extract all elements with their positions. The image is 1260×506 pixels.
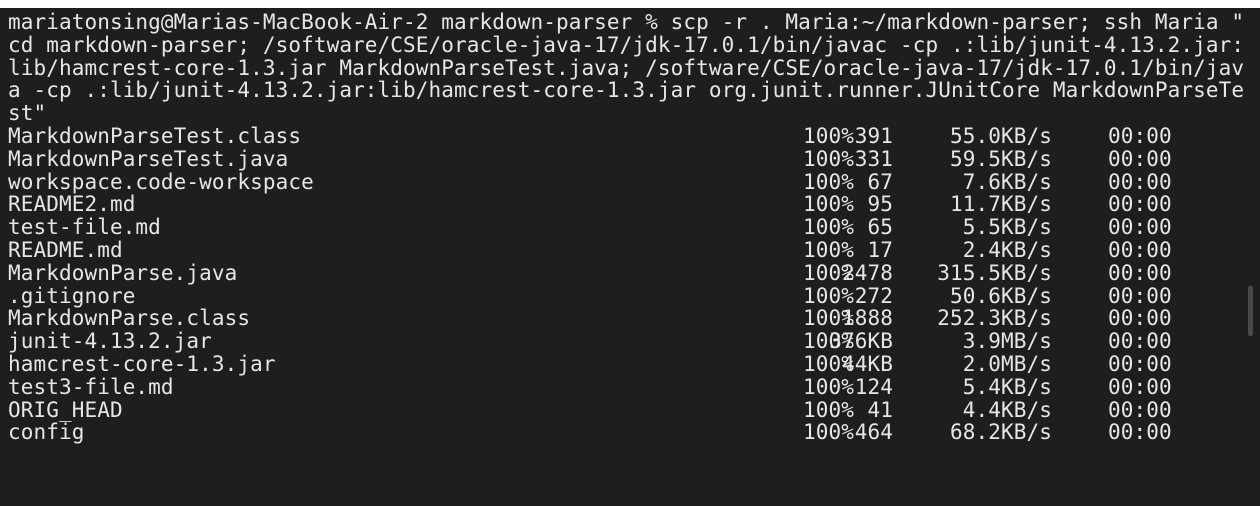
transfer-speed: 2.4KB/s [962,238,1052,262]
transfer-row: .gitignore 100% 272 50.6KB/s 00:00 [8,283,1208,308]
transfer-size: 272 [854,283,893,308]
transfer-name: config [8,420,85,445]
transfer-name: hamcrest-core-1.3.jar [8,352,276,376]
transfer-size: 65 [867,215,893,240]
transfer-time: 00:00 [1108,306,1172,331]
transfer-row: README2.md 100% 95 11.7KB/s 00:00 [8,193,1208,216]
transfer-size: 67 [867,169,893,194]
transfer-speed: 5.4KB/s [962,374,1052,399]
command-line: lib/hamcrest-core-1.3.jar MarkdownParseT… [8,55,1245,80]
transfer-row: config 100% 464 68.2KB/s 00:00 [8,421,1208,444]
transfer-speed: 11.7KB/s [950,192,1052,217]
transfer-size: 391 [854,124,893,148]
transfer-time: 00:00 [1108,374,1172,399]
transfer-time: 00:00 [1108,283,1172,308]
transfer-speed: 2.0MB/s [962,352,1052,376]
command-line: cd markdown-parser; /software/CSE/oracle… [8,32,1245,57]
transfer-size: 95 [867,192,893,217]
transfer-speed: 3.9MB/s [962,329,1052,354]
transfer-row: ORIG_HEAD 100% 41 4.4KB/s 00:00 [8,397,1208,422]
transfer-name: workspace.code-workspace [8,169,314,194]
transfer-time: 00:00 [1108,329,1172,354]
transfer-size: 464 [854,420,893,445]
transfer-time: 00:00 [1108,215,1172,240]
transfer-speed: 7.6KB/s [962,169,1052,194]
transfer-speed: 315.5KB/s [937,260,1052,285]
transfer-name: MarkdownParseTest.class [8,124,302,148]
transfer-row: test3-file.md 100% 124 5.4KB/s 00:00 [8,374,1208,399]
transfer-size: 17 [867,238,893,262]
transfer-size: 124 [854,374,893,399]
transfer-size: 331 [854,146,893,171]
transfer-time: 00:00 [1108,238,1172,262]
transfer-size: 44KB [842,352,893,376]
command-line: st" [8,101,47,126]
transfer-name: junit-4.13.2.jar [8,329,212,354]
transfer-row: MarkdownParse.java 100% 2478 315.5KB/s 00:00 [8,260,1208,285]
transfer-size: 2478 [842,260,893,285]
command-line: a -cp .:lib/junit-4.13.2.jar:lib/hamcres… [8,78,1245,103]
transfer-speed: 55.0KB/s [950,124,1052,148]
transfer-row: junit-4.13.2.jar 100% 376KB 3.9MB/s 00:00 [8,330,1208,353]
transfer-time: 00:00 [1108,192,1172,217]
transfer-name: ORIG_HEAD [8,397,123,422]
command-line: mariatonsing@Marias-MacBook-Air-2 markdo… [8,10,1245,34]
transfer-name: .gitignore [8,283,136,308]
transfer-row: README.md 100% 17 2.4KB/s 00:00 [8,239,1208,262]
transfer-row: MarkdownParse.class 100% 1888 252.3KB/s 00:0… [8,307,1208,330]
transfer-time: 00:00 [1108,169,1172,194]
transfer-row: MarkdownParseTest.class 100% 391 55.0KB/s 00… [8,125,1208,148]
transfer-name: README2.md [8,192,136,217]
transfer-name: MarkdownParse.class [8,306,251,331]
transfer-speed: 59.5KB/s [950,146,1052,171]
transfer-row: MarkdownParseTest.java 100% 331 59.5KB/s 00:… [8,146,1208,171]
transfer-speed: 68.2KB/s [950,420,1052,445]
transfer-speed: 50.6KB/s [950,283,1052,308]
transfer-time: 00:00 [1108,397,1172,422]
transfer-time: 00:00 [1108,146,1172,171]
transfer-name: README.md [8,238,123,262]
transfer-name: test-file.md [8,215,161,240]
transfer-size: 376KB [829,329,893,354]
transfer-name: MarkdownParse.java [8,260,238,285]
transfer-time: 00:00 [1108,124,1172,148]
transfer-name: test3-file.md [8,374,174,399]
transfer-row: test-file.md 100% 65 5.5KB/s 00:00 [8,216,1208,239]
transfer-row: workspace.code-workspace 100% 67 7.6KB/s 00:… [8,169,1208,194]
transfer-name: MarkdownParseTest.java [8,146,289,171]
transfer-row: hamcrest-core-1.3.jar 100% 44KB 2.0MB/s 00:0… [8,353,1208,376]
terminal-window[interactable]: mariatonsing@Marias-MacBook-Air-2 markdo… [0,8,1260,506]
transfer-speed: 5.5KB/s [962,215,1052,240]
transfer-speed: 252.3KB/s [937,306,1052,331]
transfer-time: 00:00 [1108,352,1172,376]
transfer-size: 41 [867,397,893,422]
transfer-size: 1888 [842,306,893,331]
transfer-time: 00:00 [1108,260,1172,285]
scrollbar-thumb[interactable] [1248,286,1253,336]
transfer-speed: 4.4KB/s [962,397,1052,422]
transfer-time: 00:00 [1108,420,1172,445]
